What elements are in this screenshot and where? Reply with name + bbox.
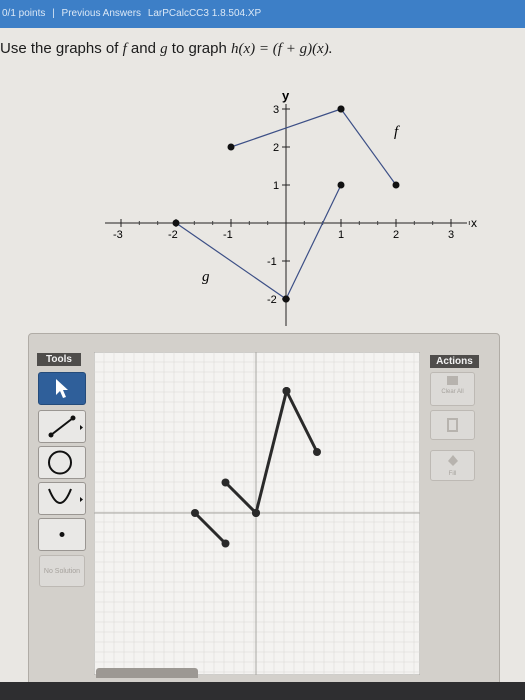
parabola-tool-button[interactable]	[38, 482, 86, 515]
answer-point[interactable]	[221, 539, 230, 548]
x-tick-label: -3	[113, 229, 123, 241]
no-solution-label: No Solution	[43, 568, 81, 575]
question-g: g	[160, 41, 168, 57]
given-graphs-figure: x y -3-2-1123321-1-2-3 f g	[105, 88, 477, 333]
x-tick-label: -2	[168, 229, 178, 241]
no-solution-button[interactable]: No Solution	[39, 555, 85, 587]
point-tool-button[interactable]	[38, 518, 86, 551]
question-and: and	[126, 40, 161, 57]
g-endpoint	[337, 181, 345, 189]
arrow-pointer-icon	[56, 379, 68, 398]
x-tick-label: 1	[338, 229, 344, 241]
f-segment	[340, 108, 397, 186]
question-header: 0/1 points | Previous Answers LarPCalcCC…	[0, 0, 525, 28]
question-prefix: Use the graphs of	[0, 40, 123, 57]
taskbar	[0, 682, 525, 700]
point-icon	[59, 532, 65, 537]
graphing-canvas[interactable]	[94, 352, 420, 675]
g-endpoint	[172, 219, 180, 227]
g-segment	[285, 184, 342, 300]
answer-point[interactable]	[313, 448, 321, 456]
question-formula: h(x) = (f + g)(x).	[231, 41, 333, 57]
y-tick-label: -1	[267, 256, 277, 268]
circle-tool-button[interactable]	[38, 446, 86, 479]
y-tick-label: -2	[267, 294, 277, 306]
f-curve-label: f	[394, 124, 400, 140]
clear-all-icon	[447, 376, 458, 385]
f-endpoint	[392, 181, 400, 189]
answer-point[interactable]	[282, 387, 291, 395]
line-segment-icon	[48, 415, 83, 438]
fill-label: Fill	[448, 471, 457, 477]
points-score: 0/1 points	[2, 8, 46, 19]
actions-label: Actions	[430, 355, 479, 368]
parabola-icon	[48, 488, 83, 504]
y-tick-label: 3	[273, 104, 279, 116]
pointer-tool-button[interactable]	[38, 372, 86, 405]
x-tick-label: -1	[223, 229, 233, 241]
question-text: Use the graphs of f and g to graph h(x) …	[0, 40, 332, 58]
bottom-tab[interactable]	[96, 668, 198, 678]
answer-point[interactable]	[252, 509, 260, 517]
question-middle: to graph	[167, 40, 232, 57]
f-endpoint	[337, 105, 345, 113]
header-separator: |	[52, 8, 55, 19]
clear-all-button[interactable]: Clear All	[430, 372, 475, 406]
answer-point[interactable]	[191, 509, 199, 517]
x-axis-label: x	[471, 216, 477, 230]
x-tick-label: 2	[393, 229, 399, 241]
answer-point[interactable]	[221, 478, 230, 487]
tools-label: Tools	[37, 353, 81, 366]
problem-id: LarPCalcCC3 1.8.504.XP	[147, 8, 262, 19]
clear-all-label: Clear All	[441, 389, 464, 395]
fill-button[interactable]: Fill	[430, 450, 475, 481]
y-tick-label: 2	[273, 142, 279, 154]
f-endpoint	[227, 143, 235, 151]
trash-icon	[447, 418, 458, 432]
delete-button[interactable]	[430, 410, 475, 440]
circle-icon	[48, 450, 72, 475]
x-tick-label: 3	[448, 229, 454, 241]
g-endpoint	[282, 295, 290, 303]
previous-answers-link[interactable]: Previous Answers	[62, 8, 141, 19]
y-tick-label: 1	[273, 180, 279, 192]
g-curve-label: g	[202, 269, 210, 285]
y-axis-label: y	[282, 88, 290, 103]
fill-icon	[448, 455, 458, 466]
segment-tool-button[interactable]	[38, 410, 86, 443]
